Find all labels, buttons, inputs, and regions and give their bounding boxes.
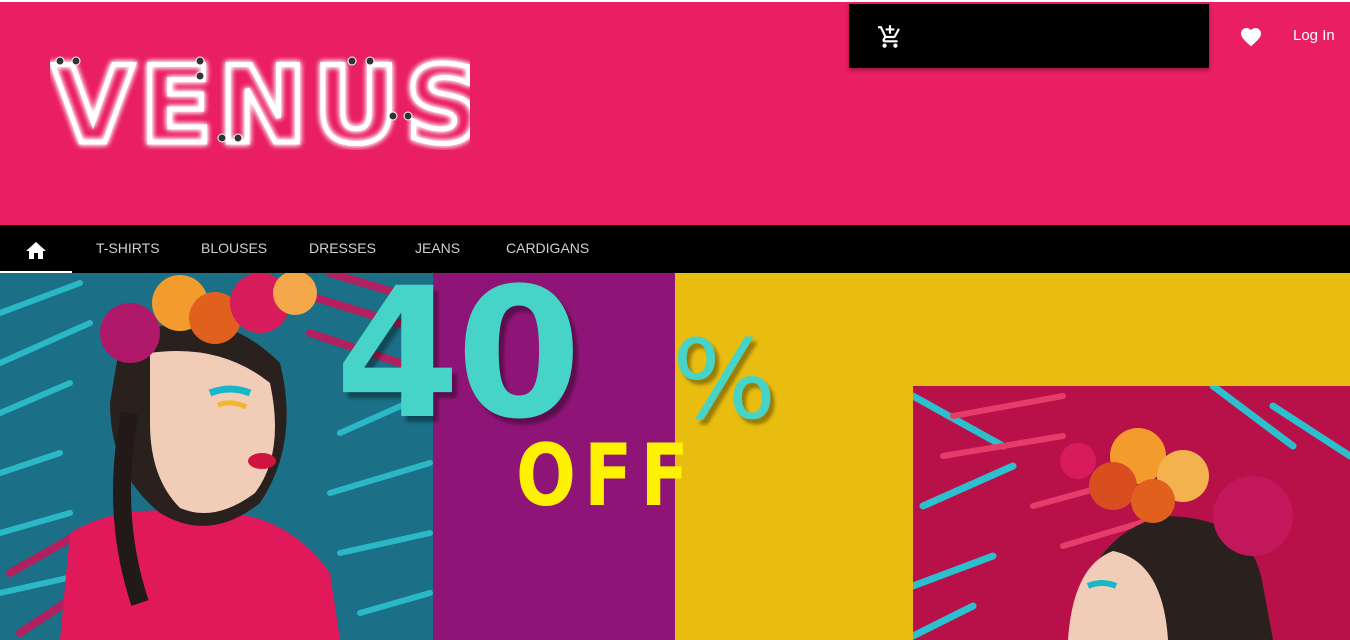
discount-value: 40 [335,273,581,459]
site-header: VENUS Log In [0,0,1350,225]
nav-item-t-shirts[interactable]: T-SHIRTS [96,225,160,273]
promo-banner[interactable]: 40 % OFF [0,273,1350,640]
banner-model-photo-right [913,386,1350,640]
venus-neon-logo[interactable]: VENUS [50,50,470,150]
nav-item-dresses[interactable]: DRESSES [309,225,376,273]
add-shopping-cart-icon[interactable] [877,24,903,50]
nav-item-cardigans[interactable]: CARDIGANS [506,225,589,273]
home-icon [26,242,46,259]
logo-text: VENUS [52,50,470,150]
discount-off-text: OFF [516,426,697,526]
nav-item-jeans[interactable]: JEANS [415,225,460,273]
nav-item-blouses[interactable]: BLOUSES [201,225,267,273]
nav-home-tab[interactable] [0,225,72,273]
category-nav: T-SHIRTS BLOUSES DRESSES JEANS CARDIGANS [0,225,1350,273]
discount-percent: % [672,316,777,444]
heart-icon[interactable] [1239,25,1263,47]
login-link[interactable]: Log In [1293,27,1335,44]
cart-panel[interactable] [849,4,1209,68]
